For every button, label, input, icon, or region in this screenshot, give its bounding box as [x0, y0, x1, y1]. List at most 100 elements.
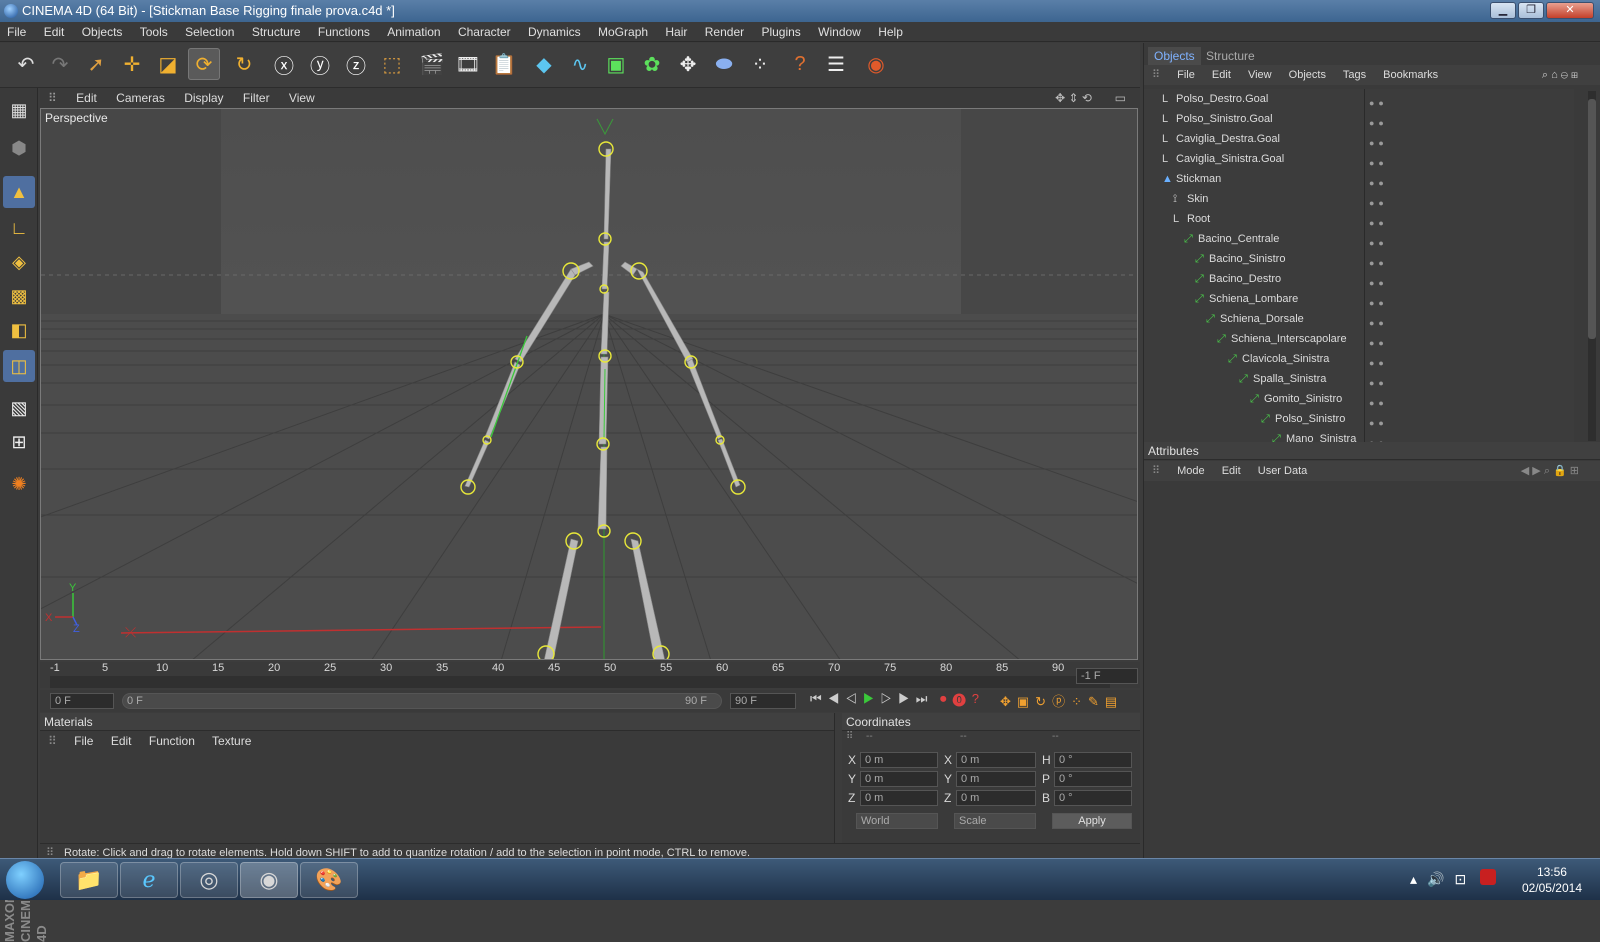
close-button[interactable]: ✕: [1546, 2, 1594, 19]
object-tree-row[interactable]: ▲ Stickman ●●: [1144, 169, 1564, 189]
viewport-menu-display[interactable]: Display: [176, 88, 231, 108]
object-tree-row[interactable]: ⤢ Gomito_Sinistro ●●: [1144, 389, 1564, 409]
menu-animation[interactable]: Animation: [380, 22, 447, 42]
viewport-maximize-icon[interactable]: ▭: [1107, 88, 1134, 108]
menu-window[interactable]: Window: [811, 22, 868, 42]
y-axis-lock-icon[interactable]: ⓨ: [304, 48, 336, 80]
model-mode-icon[interactable]: ▲: [3, 176, 35, 208]
polygons-mode-icon[interactable]: ◧: [3, 314, 35, 346]
position-x-field[interactable]: 0 m: [860, 752, 938, 768]
object-tree-row[interactable]: ⤢ Schiena_Interscapolare ●●: [1144, 329, 1564, 349]
tab-objects[interactable]: Objects: [1148, 47, 1201, 65]
menu-render[interactable]: Render: [698, 22, 751, 42]
viewport-menu-view[interactable]: View: [281, 88, 323, 108]
menu-selection[interactable]: Selection: [178, 22, 241, 42]
object-tree-row[interactable]: ⤢ Schiena_Dorsale ●●: [1144, 309, 1564, 329]
antivirus-tray-icon[interactable]: [1480, 869, 1496, 885]
object-tree-row[interactable]: ⤢ Bacino_Centrale ●●: [1144, 229, 1564, 249]
chrome-taskbar-icon[interactable]: ◎: [180, 862, 238, 898]
visibility-dots-icon[interactable]: ●●: [1369, 433, 1388, 442]
attributes-menu-mode[interactable]: Mode: [1177, 465, 1205, 477]
maximize-button[interactable]: ❐: [1518, 2, 1544, 19]
edges-mode-icon[interactable]: ▩: [3, 280, 35, 312]
subdivision-surface-icon[interactable]: ▣: [600, 48, 632, 80]
attributes-menu-user-data[interactable]: User Data: [1258, 465, 1308, 477]
points-mode-icon[interactable]: ◈: [3, 246, 35, 278]
light-icon[interactable]: ⁘: [744, 48, 776, 80]
apply-button[interactable]: Apply: [1052, 813, 1132, 829]
object-tree-row[interactable]: ⤢ Bacino_Destro ●●: [1144, 269, 1564, 289]
rotation-h-field[interactable]: 0 °: [1054, 752, 1132, 768]
menu-edit[interactable]: Edit: [37, 22, 72, 42]
object-tree-row[interactable]: L Caviglia_Sinistra.Goal ●●: [1144, 149, 1564, 169]
world-dropdown[interactable]: World: [856, 813, 938, 829]
texture-mode-icon[interactable]: ∟: [3, 212, 35, 244]
timeline-ruler[interactable]: -1 5 10 15 20 25 30 35 40 45 50 55 60 65…: [40, 662, 1140, 688]
rotation-b-field[interactable]: 0 °: [1054, 790, 1132, 806]
menu-hair[interactable]: Hair: [658, 22, 694, 42]
objects-menu-file[interactable]: File: [1177, 69, 1195, 81]
size-y-field[interactable]: 0 m: [956, 771, 1036, 787]
max-frame-field[interactable]: 90 F: [730, 693, 796, 709]
objects-menu-objects[interactable]: Objects: [1289, 69, 1326, 81]
objects-menu-bookmarks[interactable]: Bookmarks: [1383, 69, 1438, 81]
perspective-viewport[interactable]: Y X Z ⤫ Perspective: [40, 108, 1138, 660]
object-tree-row[interactable]: L Polso_Sinistro.Goal ●●: [1144, 109, 1564, 129]
script-manager-icon[interactable]: ☰: [820, 48, 852, 80]
object-tree-row[interactable]: ⤢ Mano_Sinistra ●●: [1144, 429, 1564, 442]
tray-icons[interactable]: ▴🔊⊡: [1410, 871, 1476, 888]
size-z-field[interactable]: 0 m: [956, 790, 1036, 806]
object-tree-row[interactable]: ⤢ Spalla_Sinistra ●●: [1144, 369, 1564, 389]
layout-icon[interactable]: ▦: [3, 94, 35, 126]
render-settings-icon[interactable]: 📋: [488, 48, 520, 80]
object-axis-icon[interactable]: ◫: [3, 350, 35, 382]
menu-functions[interactable]: Functions: [311, 22, 377, 42]
cinema4d-taskbar-icon[interactable]: ◉: [240, 862, 298, 898]
menu-dynamics[interactable]: Dynamics: [521, 22, 588, 42]
recent-tool-icon[interactable]: ↻: [228, 48, 260, 80]
object-tree-row[interactable]: L Caviglia_Destra.Goal ●●: [1144, 129, 1564, 149]
explorer-taskbar-icon[interactable]: 📁: [60, 862, 118, 898]
x-axis-lock-icon[interactable]: ⓧ: [268, 48, 300, 80]
menu-mograph[interactable]: MoGraph: [591, 22, 655, 42]
object-tree-row[interactable]: L Root ●●: [1144, 209, 1564, 229]
object-tree-row[interactable]: ⤢ Bacino_Sinistro ●●: [1144, 249, 1564, 269]
redo-icon[interactable]: ↷: [44, 48, 76, 80]
paint-taskbar-icon[interactable]: 🎨: [300, 862, 358, 898]
object-tree-row[interactable]: ⤢ Clavicola_Sinistra ●●: [1144, 349, 1564, 369]
object-tree-row[interactable]: ⤢ Schiena_Lombare ●●: [1144, 289, 1564, 309]
rotate-icon[interactable]: ⟳: [188, 48, 220, 80]
attributes-menu-edit[interactable]: Edit: [1222, 465, 1241, 477]
menu-file[interactable]: File: [0, 22, 33, 42]
objects-menu-tags[interactable]: Tags: [1343, 69, 1366, 81]
viewport-menu-cameras[interactable]: Cameras: [108, 88, 173, 108]
render-picture-viewer-icon[interactable]: 🎞: [452, 48, 484, 80]
objects-scrollbar[interactable]: [1588, 91, 1596, 441]
viewport-menu-edit[interactable]: Edit: [68, 88, 105, 108]
help-context-icon[interactable]: ?: [784, 48, 816, 80]
system-clock[interactable]: 13:56 02/05/2014: [1522, 864, 1582, 896]
checker-workplane-icon[interactable]: ▧: [3, 392, 35, 424]
key-type-buttons[interactable]: ✥▣↻ⓟ⁘✎▤: [1000, 691, 1123, 710]
position-y-field[interactable]: 0 m: [860, 771, 938, 787]
live-selection-icon[interactable]: ➚: [80, 48, 112, 80]
coordinate-system-icon[interactable]: ⬚: [376, 48, 408, 80]
internet-explorer-taskbar-icon[interactable]: ℯ: [120, 862, 178, 898]
object-tree-row[interactable]: ⟟ Skin ●●: [1144, 189, 1564, 209]
frame-range-slider[interactable]: 0 F 90 F: [122, 693, 722, 709]
sculpt-icon[interactable]: ✺: [3, 468, 35, 500]
record-buttons[interactable]: ⏺⓿?: [940, 691, 985, 707]
menu-structure[interactable]: Structure: [245, 22, 308, 42]
rotation-p-field[interactable]: 0 °: [1054, 771, 1132, 787]
z-axis-lock-icon[interactable]: ⓩ: [340, 48, 372, 80]
size-x-field[interactable]: 0 m: [956, 752, 1036, 768]
object-tree-row[interactable]: L Polso_Destro.Goal ●●: [1144, 89, 1564, 109]
materials-menu-file[interactable]: File: [74, 734, 93, 748]
start-button[interactable]: [6, 861, 44, 899]
position-z-field[interactable]: 0 m: [860, 790, 938, 806]
menu-plugins[interactable]: Plugins: [754, 22, 807, 42]
viewport-nav-icons[interactable]: ✥ ⇕ ⟲: [1047, 88, 1100, 108]
scale-icon[interactable]: ◪: [152, 48, 184, 80]
objects-menu-edit[interactable]: Edit: [1212, 69, 1231, 81]
timeline-end-field[interactable]: -1 F: [1076, 668, 1138, 684]
